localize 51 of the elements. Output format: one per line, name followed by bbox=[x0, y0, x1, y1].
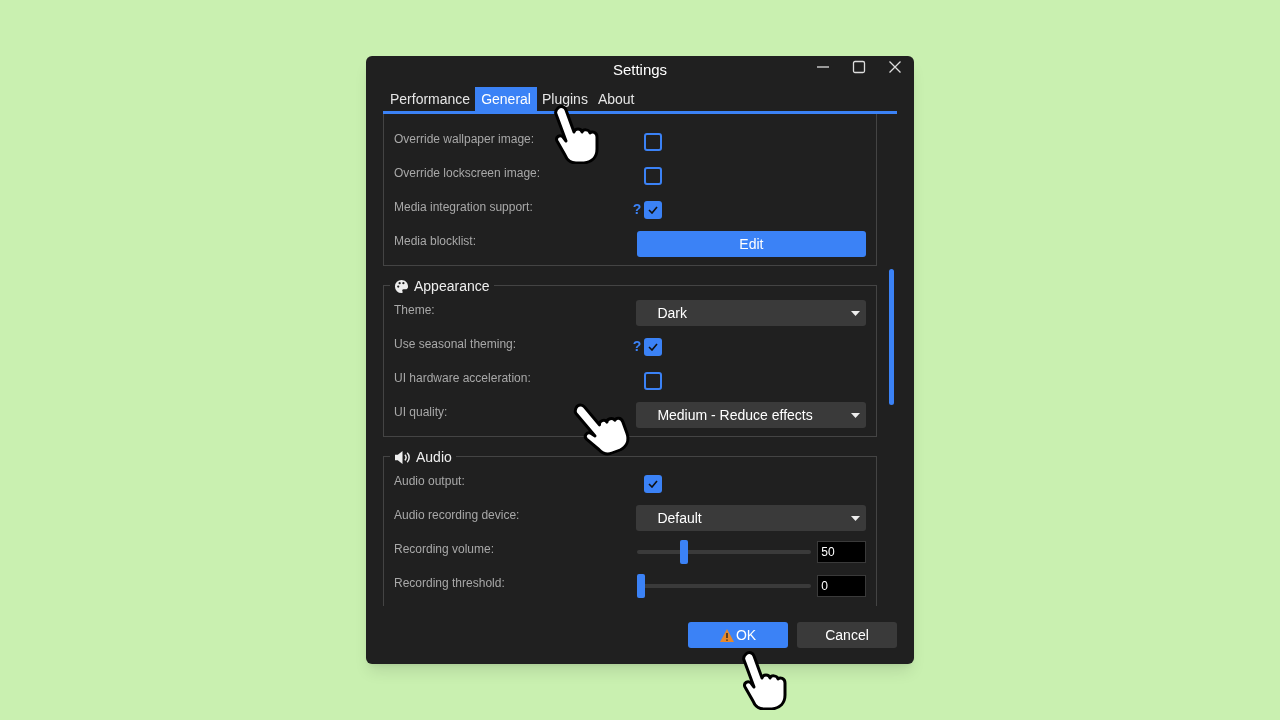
section-title: Appearance bbox=[414, 277, 490, 296]
section-title: Audio bbox=[416, 448, 452, 467]
speaker-icon bbox=[394, 450, 411, 465]
setting-label: Override lockscreen image: bbox=[394, 165, 542, 182]
dropdown[interactable]: Default bbox=[636, 505, 866, 531]
dropdown[interactable]: Medium - Reduce effects bbox=[636, 402, 866, 428]
slider-thumb[interactable] bbox=[679, 540, 688, 564]
slider[interactable] bbox=[636, 540, 812, 564]
setting-label: Audio output: bbox=[394, 473, 466, 490]
tab[interactable]: About bbox=[592, 87, 640, 111]
slider[interactable] bbox=[636, 574, 812, 598]
close-icon[interactable] bbox=[888, 60, 902, 74]
setting-label: UI hardware acceleration: bbox=[394, 370, 532, 387]
check-icon bbox=[648, 480, 658, 488]
setting-label: Recording volume: bbox=[394, 541, 496, 558]
setting-label: UI quality: bbox=[394, 404, 449, 421]
hand-cursor-icon bbox=[740, 650, 788, 710]
caret-icon bbox=[851, 515, 860, 521]
number-field[interactable]: 50 bbox=[817, 541, 866, 563]
check-icon bbox=[648, 206, 658, 214]
palette-icon bbox=[394, 279, 409, 294]
checkbox[interactable] bbox=[644, 201, 662, 219]
checkbox[interactable] bbox=[644, 133, 662, 151]
setting-label: Audio recording device: bbox=[394, 507, 521, 524]
check-icon bbox=[648, 343, 658, 351]
checkbox[interactable] bbox=[644, 167, 662, 185]
maximize-icon[interactable] bbox=[852, 60, 866, 74]
tab[interactable]: General bbox=[475, 87, 537, 111]
number-field[interactable]: 0 bbox=[817, 575, 866, 597]
setting-label: Media integration support: bbox=[394, 199, 534, 216]
help-icon[interactable]: ? bbox=[632, 198, 642, 220]
caret-icon bbox=[851, 412, 860, 418]
checkbox[interactable] bbox=[644, 475, 662, 493]
cancel-button[interactable]: Cancel bbox=[797, 622, 897, 648]
tab[interactable]: Plugins bbox=[536, 87, 593, 111]
setting-label: Recording threshold: bbox=[394, 575, 506, 592]
help-icon[interactable]: ? bbox=[632, 335, 642, 357]
setting-label: Use seasonal theming: bbox=[394, 336, 518, 353]
setting-label: Theme: bbox=[394, 302, 436, 319]
caret-icon bbox=[851, 310, 860, 316]
slider-thumb[interactable] bbox=[636, 574, 645, 598]
checkbox[interactable] bbox=[644, 338, 662, 356]
dropdown[interactable]: Dark bbox=[636, 300, 866, 326]
setting-label: Override wallpaper image: bbox=[394, 131, 536, 148]
tab[interactable]: Performance bbox=[385, 87, 476, 111]
edit-button[interactable]: Edit bbox=[636, 231, 866, 257]
checkbox[interactable] bbox=[644, 372, 662, 390]
scrollbar[interactable] bbox=[889, 269, 894, 405]
ok-button[interactable]: OK bbox=[688, 622, 788, 648]
window-title: Settings bbox=[612, 59, 668, 80]
setting-label: Media blocklist: bbox=[394, 233, 478, 250]
